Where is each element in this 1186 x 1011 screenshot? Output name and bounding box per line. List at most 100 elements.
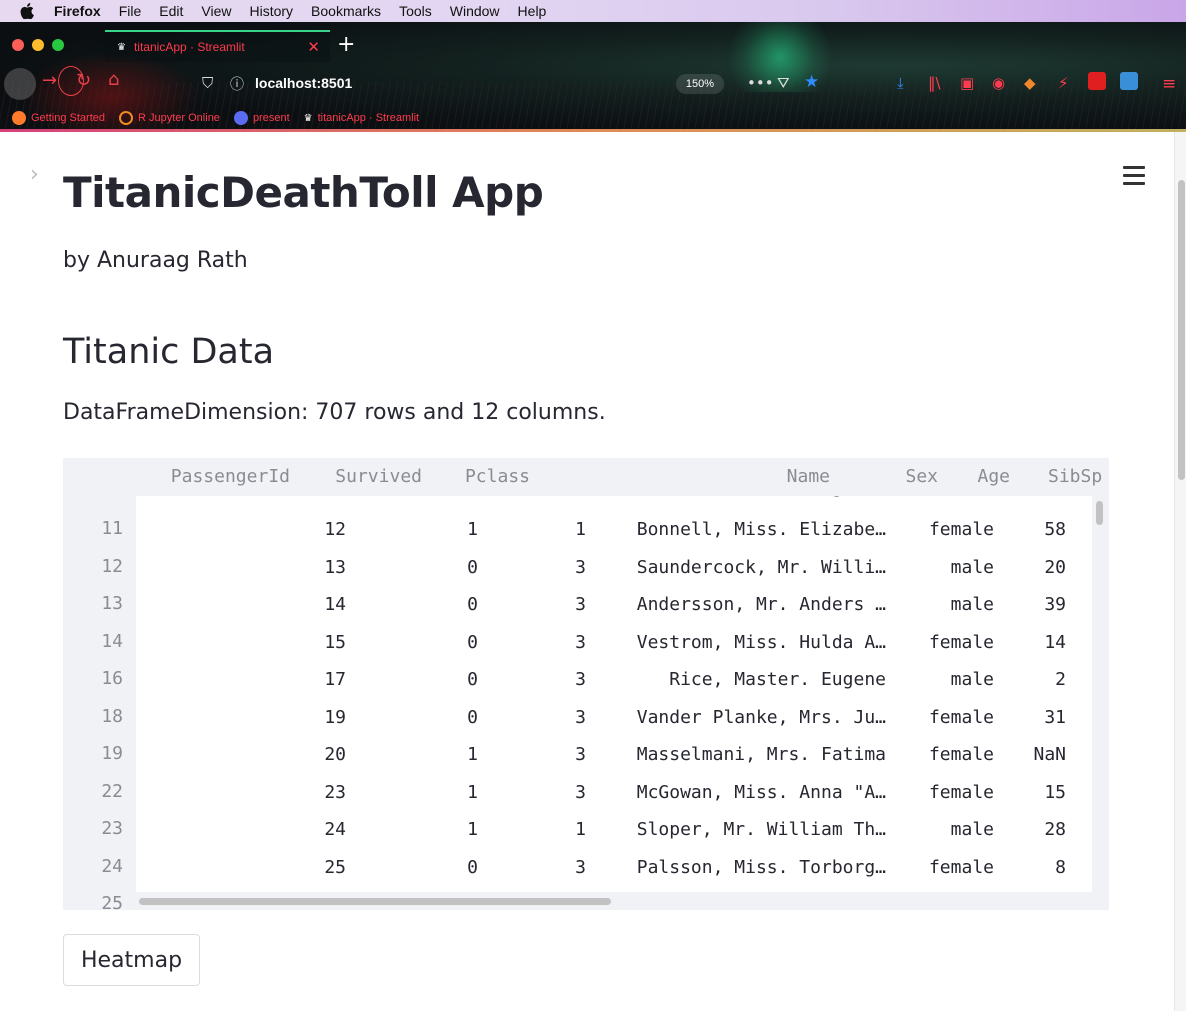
bookmark-r-jupyter[interactable]: R Jupyter Online — [119, 111, 220, 125]
table-cell-passengerid[interactable]: 14 — [324, 594, 346, 615]
zoom-level-badge[interactable]: 150% — [676, 74, 724, 94]
table-cell-passengerid[interactable]: 23 — [324, 782, 346, 803]
chevron-right-icon[interactable]: › — [30, 162, 39, 187]
bookmark-titanicapp[interactable]: ♛ titanicApp · Streamlit — [304, 112, 419, 124]
tab-close-icon[interactable]: ✕ — [307, 38, 320, 56]
table-cell-name[interactable]: Vander Planke, Mrs. Ju… — [637, 707, 886, 728]
home-icon[interactable]: ⌂ — [108, 69, 119, 90]
table-cell-pclass[interactable]: 1 — [575, 519, 586, 540]
table-cell-passengerid[interactable]: 11 — [324, 496, 346, 498]
table-cell-survived[interactable]: 1 — [467, 519, 478, 540]
table-cell-survived[interactable]: 1 — [467, 819, 478, 840]
menu-history[interactable]: History — [249, 3, 293, 19]
bookmark-present[interactable]: present — [233, 111, 290, 125]
table-cell-passengerid[interactable]: 20 — [324, 744, 346, 765]
table-cell-sex[interactable]: female — [929, 519, 994, 540]
table-cell-pclass[interactable]: 3 — [575, 669, 586, 690]
column-header-survived[interactable]: Survived — [335, 466, 422, 487]
table-cell-sex[interactable]: female — [929, 707, 994, 728]
table-cell-sex[interactable]: male — [951, 819, 994, 840]
table-cell-sex[interactable]: female — [929, 496, 994, 498]
table-cell-name[interactable]: Saundercock, Mr. Willi… — [637, 557, 886, 578]
menu-app-name[interactable]: Firefox — [54, 3, 101, 19]
table-cell-age[interactable]: 28 — [1044, 819, 1066, 840]
library-icon[interactable]: ‖\ — [928, 74, 941, 92]
hamburger-menu-icon[interactable]: ≡ — [1162, 74, 1176, 94]
extension-icon[interactable]: ⚡ — [1058, 74, 1069, 92]
table-cell-pclass[interactable]: 3 — [575, 557, 586, 578]
table-cell-age[interactable]: 2 — [1055, 669, 1066, 690]
table-vertical-scrollbar[interactable] — [1096, 501, 1103, 525]
menu-view[interactable]: View — [201, 3, 231, 19]
menu-file[interactable]: File — [119, 3, 142, 19]
table-cell-sex[interactable]: female — [929, 857, 994, 878]
metamask-extension-icon[interactable]: ◆ — [1024, 74, 1036, 92]
table-cell-age[interactable]: 31 — [1044, 707, 1066, 728]
table-cell-survived[interactable]: 0 — [467, 594, 478, 615]
table-cell-passengerid[interactable]: 25 — [324, 857, 346, 878]
table-cell-sex[interactable]: male — [951, 594, 994, 615]
table-cell-age[interactable]: 14 — [1044, 632, 1066, 653]
page-scrollbar-thumb[interactable] — [1178, 180, 1185, 480]
table-cell-pclass[interactable]: 3 — [575, 594, 586, 615]
table-cell-sex[interactable]: male — [951, 557, 994, 578]
table-cell-name[interactable]: McGowan, Miss. Anna "A… — [637, 782, 886, 803]
table-cell-age[interactable]: 15 — [1044, 782, 1066, 803]
table-cell-name[interactable]: Bonnell, Miss. Elizabe… — [637, 519, 886, 540]
menu-window[interactable]: Window — [450, 3, 500, 19]
table-cell-name[interactable]: Sloper, Mr. William Th… — [637, 819, 886, 840]
table-cell-pclass[interactable]: 3 — [575, 744, 586, 765]
table-cell-pclass[interactable]: 3 — [575, 857, 586, 878]
table-cell-survived[interactable]: 0 — [467, 669, 478, 690]
column-header-age[interactable]: Age — [977, 466, 1010, 487]
table-cell-name[interactable]: Sandstrom, Miss. Marguer… — [615, 496, 886, 498]
new-tab-button[interactable]: + — [337, 32, 355, 57]
back-button[interactable] — [4, 68, 36, 100]
table-cell-age[interactable]: 4 — [1055, 496, 1066, 498]
forward-icon[interactable]: → — [42, 70, 57, 91]
dataframe-table[interactable]: PassengerId Survived Pclass Name Sex Age… — [63, 458, 1109, 910]
table-cell-sex[interactable]: female — [929, 632, 994, 653]
table-cell-passengerid[interactable]: 12 — [324, 519, 346, 540]
more-actions-icon[interactable]: ••• — [747, 74, 774, 92]
column-header-passengerid[interactable]: PassengerId — [171, 466, 290, 487]
table-cell-name[interactable]: Palsson, Miss. Torborg… — [637, 857, 886, 878]
streamlit-extension-icon[interactable] — [1120, 72, 1138, 90]
table-cell-pclass[interactable]: 1 — [575, 819, 586, 840]
table-cell-passengerid[interactable]: 17 — [324, 669, 346, 690]
menu-tools[interactable]: Tools — [399, 3, 432, 19]
bookmark-getting-started[interactable]: Getting Started — [12, 111, 105, 125]
table-cell-age[interactable]: 39 — [1044, 594, 1066, 615]
table-cell-pclass[interactable]: 3 — [575, 782, 586, 803]
pocket-icon[interactable]: ⛛ — [777, 74, 790, 92]
table-cell-name[interactable]: Vestrom, Miss. Hulda A… — [637, 632, 886, 653]
url-text[interactable]: localhost:8501 — [255, 75, 352, 91]
table-cell-survived[interactable]: 0 — [467, 707, 478, 728]
window-minimize-button[interactable] — [32, 39, 44, 51]
table-cell-passengerid[interactable]: 13 — [324, 557, 346, 578]
sidebar-icon[interactable]: ▣ — [960, 74, 974, 92]
table-cell-sex[interactable]: female — [929, 744, 994, 765]
table-cell-pclass[interactable]: 3 — [575, 707, 586, 728]
table-cell-age[interactable]: NaN — [1033, 744, 1066, 765]
heatmap-button[interactable]: Heatmap — [63, 934, 200, 986]
table-cell-name[interactable]: Andersson, Mr. Anders … — [637, 594, 886, 615]
table-cell-survived[interactable]: 1 — [467, 496, 478, 498]
column-header-sibsp[interactable]: SibSp — [1048, 466, 1102, 487]
table-cell-passengerid[interactable]: 24 — [324, 819, 346, 840]
table-horizontal-scrollbar[interactable] — [139, 898, 611, 905]
apple-icon[interactable] — [18, 3, 36, 19]
table-cell-pclass[interactable]: 3 — [575, 496, 586, 498]
table-cell-age[interactable]: 58 — [1044, 519, 1066, 540]
menu-help[interactable]: Help — [518, 3, 547, 19]
table-cell-sex[interactable]: male — [951, 669, 994, 690]
table-cell-pclass[interactable]: 3 — [575, 632, 586, 653]
table-cell-name[interactable]: Masselmani, Mrs. Fatima — [637, 744, 886, 765]
browser-tab-active[interactable]: ♛ titanicApp · Streamlit ✕ — [105, 30, 330, 62]
table-cell-age[interactable]: 8 — [1055, 857, 1066, 878]
table-cell-passengerid[interactable]: 19 — [324, 707, 346, 728]
reload-icon[interactable]: ↻ — [76, 70, 91, 91]
table-cell-name[interactable]: Rice, Master. Eugene — [669, 669, 886, 690]
account-icon[interactable]: ◉ — [992, 74, 1005, 92]
window-close-button[interactable] — [12, 39, 24, 51]
